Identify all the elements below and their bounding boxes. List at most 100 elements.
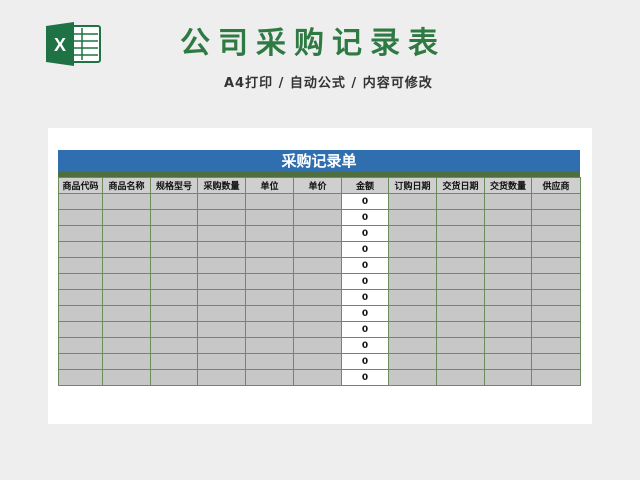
table-cell[interactable] [197, 225, 246, 242]
column-header[interactable]: 单位 [245, 177, 294, 194]
table-cell[interactable] [197, 337, 246, 354]
table-cell[interactable] [388, 273, 437, 290]
table-cell[interactable] [293, 209, 342, 226]
table-cell[interactable] [150, 321, 198, 338]
table-cell[interactable] [531, 225, 581, 242]
table-cell[interactable] [436, 369, 485, 386]
table-cell[interactable] [436, 193, 485, 210]
table-cell[interactable] [245, 369, 294, 386]
table-cell[interactable] [58, 321, 103, 338]
table-cell[interactable] [531, 353, 581, 370]
amount-cell[interactable]: 0 [341, 305, 389, 322]
column-header[interactable]: 单价 [293, 177, 342, 194]
table-cell[interactable] [484, 289, 532, 306]
table-cell[interactable] [484, 209, 532, 226]
table-cell[interactable] [102, 193, 151, 210]
column-header[interactable]: 商品名称 [102, 177, 151, 194]
table-cell[interactable] [436, 273, 485, 290]
amount-cell[interactable]: 0 [341, 337, 389, 354]
table-cell[interactable] [197, 321, 246, 338]
table-cell[interactable] [293, 193, 342, 210]
table-cell[interactable] [388, 193, 437, 210]
table-cell[interactable] [531, 257, 581, 274]
amount-cell[interactable]: 0 [341, 353, 389, 370]
table-cell[interactable] [531, 321, 581, 338]
table-cell[interactable] [531, 241, 581, 258]
table-cell[interactable] [388, 209, 437, 226]
table-cell[interactable] [102, 337, 151, 354]
table-cell[interactable] [388, 369, 437, 386]
table-cell[interactable] [293, 321, 342, 338]
table-cell[interactable] [150, 369, 198, 386]
table-cell[interactable] [436, 353, 485, 370]
table-cell[interactable] [197, 369, 246, 386]
table-cell[interactable] [102, 241, 151, 258]
table-cell[interactable] [293, 225, 342, 242]
table-cell[interactable] [436, 289, 485, 306]
table-cell[interactable] [150, 337, 198, 354]
table-cell[interactable] [245, 257, 294, 274]
table-cell[interactable] [388, 257, 437, 274]
table-cell[interactable] [293, 273, 342, 290]
table-cell[interactable] [150, 225, 198, 242]
table-cell[interactable] [388, 353, 437, 370]
table-cell[interactable] [388, 321, 437, 338]
table-cell[interactable] [293, 353, 342, 370]
table-cell[interactable] [150, 193, 198, 210]
table-cell[interactable] [531, 193, 581, 210]
table-cell[interactable] [58, 241, 103, 258]
table-cell[interactable] [484, 225, 532, 242]
table-cell[interactable] [102, 353, 151, 370]
column-header[interactable]: 金额 [341, 177, 389, 194]
table-cell[interactable] [58, 337, 103, 354]
table-cell[interactable] [293, 305, 342, 322]
table-cell[interactable] [484, 369, 532, 386]
table-cell[interactable] [58, 193, 103, 210]
table-cell[interactable] [197, 273, 246, 290]
table-cell[interactable] [245, 305, 294, 322]
table-cell[interactable] [388, 241, 437, 258]
table-cell[interactable] [531, 209, 581, 226]
column-header[interactable]: 供应商 [531, 177, 581, 194]
table-cell[interactable] [150, 305, 198, 322]
table-cell[interactable] [531, 273, 581, 290]
column-header[interactable]: 订购日期 [388, 177, 437, 194]
table-cell[interactable] [102, 289, 151, 306]
column-header[interactable]: 采购数量 [197, 177, 246, 194]
table-cell[interactable] [531, 337, 581, 354]
column-header[interactable]: 规格型号 [150, 177, 198, 194]
amount-cell[interactable]: 0 [341, 369, 389, 386]
table-cell[interactable] [197, 257, 246, 274]
table-cell[interactable] [484, 273, 532, 290]
table-cell[interactable] [58, 353, 103, 370]
amount-cell[interactable]: 0 [341, 321, 389, 338]
table-cell[interactable] [245, 337, 294, 354]
table-cell[interactable] [293, 257, 342, 274]
table-cell[interactable] [58, 289, 103, 306]
table-cell[interactable] [484, 193, 532, 210]
table-cell[interactable] [150, 273, 198, 290]
amount-cell[interactable]: 0 [341, 273, 389, 290]
table-cell[interactable] [150, 257, 198, 274]
table-cell[interactable] [150, 289, 198, 306]
table-cell[interactable] [245, 273, 294, 290]
table-cell[interactable] [245, 289, 294, 306]
table-cell[interactable] [436, 337, 485, 354]
table-cell[interactable] [436, 241, 485, 258]
amount-cell[interactable]: 0 [341, 209, 389, 226]
table-cell[interactable] [436, 305, 485, 322]
column-header[interactable]: 商品代码 [58, 177, 103, 194]
table-cell[interactable] [484, 241, 532, 258]
amount-cell[interactable]: 0 [341, 241, 389, 258]
table-cell[interactable] [388, 305, 437, 322]
table-cell[interactable] [388, 225, 437, 242]
table-cell[interactable] [197, 241, 246, 258]
table-cell[interactable] [245, 225, 294, 242]
table-cell[interactable] [484, 321, 532, 338]
table-cell[interactable] [293, 289, 342, 306]
table-cell[interactable] [58, 273, 103, 290]
table-cell[interactable] [245, 353, 294, 370]
table-cell[interactable] [102, 209, 151, 226]
table-cell[interactable] [102, 273, 151, 290]
table-cell[interactable] [150, 353, 198, 370]
